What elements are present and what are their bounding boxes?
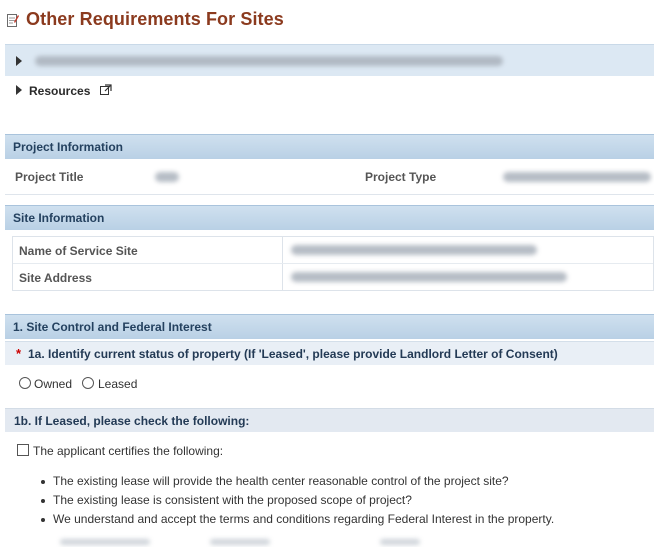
document-edit-icon bbox=[7, 14, 19, 27]
redacted-text bbox=[60, 539, 150, 545]
leased-label[interactable]: Leased bbox=[98, 377, 137, 391]
list-item: The existing lease will provide the heal… bbox=[38, 474, 638, 493]
resources-toggle[interactable]: Resources bbox=[5, 76, 654, 106]
page-title: Other Requirements For Sites bbox=[26, 9, 284, 29]
leased-radio[interactable] bbox=[82, 377, 94, 389]
redacted-project-type bbox=[503, 172, 651, 182]
external-link-icon[interactable] bbox=[100, 84, 112, 96]
certify-label[interactable]: The applicant certifies the following: bbox=[33, 444, 223, 458]
page-header: Other Requirements For Sites bbox=[0, 0, 654, 40]
cut-off-content bbox=[0, 536, 654, 547]
list-item: We understand and accept the terms and c… bbox=[38, 512, 638, 531]
redacted-project-title bbox=[155, 172, 179, 182]
site-control-header: 1. Site Control and Federal Interest bbox=[5, 314, 654, 339]
site-address-label: Site Address bbox=[19, 271, 92, 285]
project-information-header: Project Information bbox=[5, 134, 654, 159]
question-1a-text: 1a. Identify current status of property … bbox=[28, 347, 558, 361]
resources-label[interactable]: Resources bbox=[29, 84, 90, 98]
required-marker: * bbox=[16, 346, 22, 361]
site-information-table: Name of Service Site Site Address bbox=[12, 236, 654, 291]
question-1a: * 1a. Identify current status of propert… bbox=[5, 341, 654, 365]
expand-arrow-icon[interactable] bbox=[16, 85, 22, 95]
redacted-text bbox=[380, 539, 420, 545]
divider bbox=[13, 263, 653, 264]
redacted-service-site bbox=[291, 245, 537, 255]
certify-list: The existing lease will provide the heal… bbox=[38, 474, 638, 531]
list-item: The existing lease is consistent with th… bbox=[38, 493, 638, 512]
divider bbox=[5, 194, 654, 195]
service-site-label: Name of Service Site bbox=[19, 244, 138, 258]
owned-label[interactable]: Owned bbox=[34, 377, 72, 391]
redacted-text bbox=[210, 539, 270, 545]
section-title: Site Information bbox=[13, 211, 105, 225]
site-information-header: Site Information bbox=[5, 205, 654, 230]
section-title: Project Information bbox=[13, 140, 124, 154]
owned-radio[interactable] bbox=[19, 377, 31, 389]
project-title-label: Project Title bbox=[15, 170, 84, 184]
project-type-label: Project Type bbox=[365, 170, 437, 184]
collapsible-section-guidance[interactable] bbox=[5, 44, 654, 76]
redacted-site-address bbox=[291, 272, 567, 282]
question-1b-text: 1b. If Leased, please check the followin… bbox=[14, 414, 250, 428]
expand-arrow-icon[interactable] bbox=[16, 56, 22, 66]
certify-checkbox[interactable] bbox=[17, 444, 29, 456]
redacted-text bbox=[35, 56, 503, 66]
question-1b: 1b. If Leased, please check the followin… bbox=[5, 408, 654, 432]
section-title: 1. Site Control and Federal Interest bbox=[13, 320, 212, 334]
